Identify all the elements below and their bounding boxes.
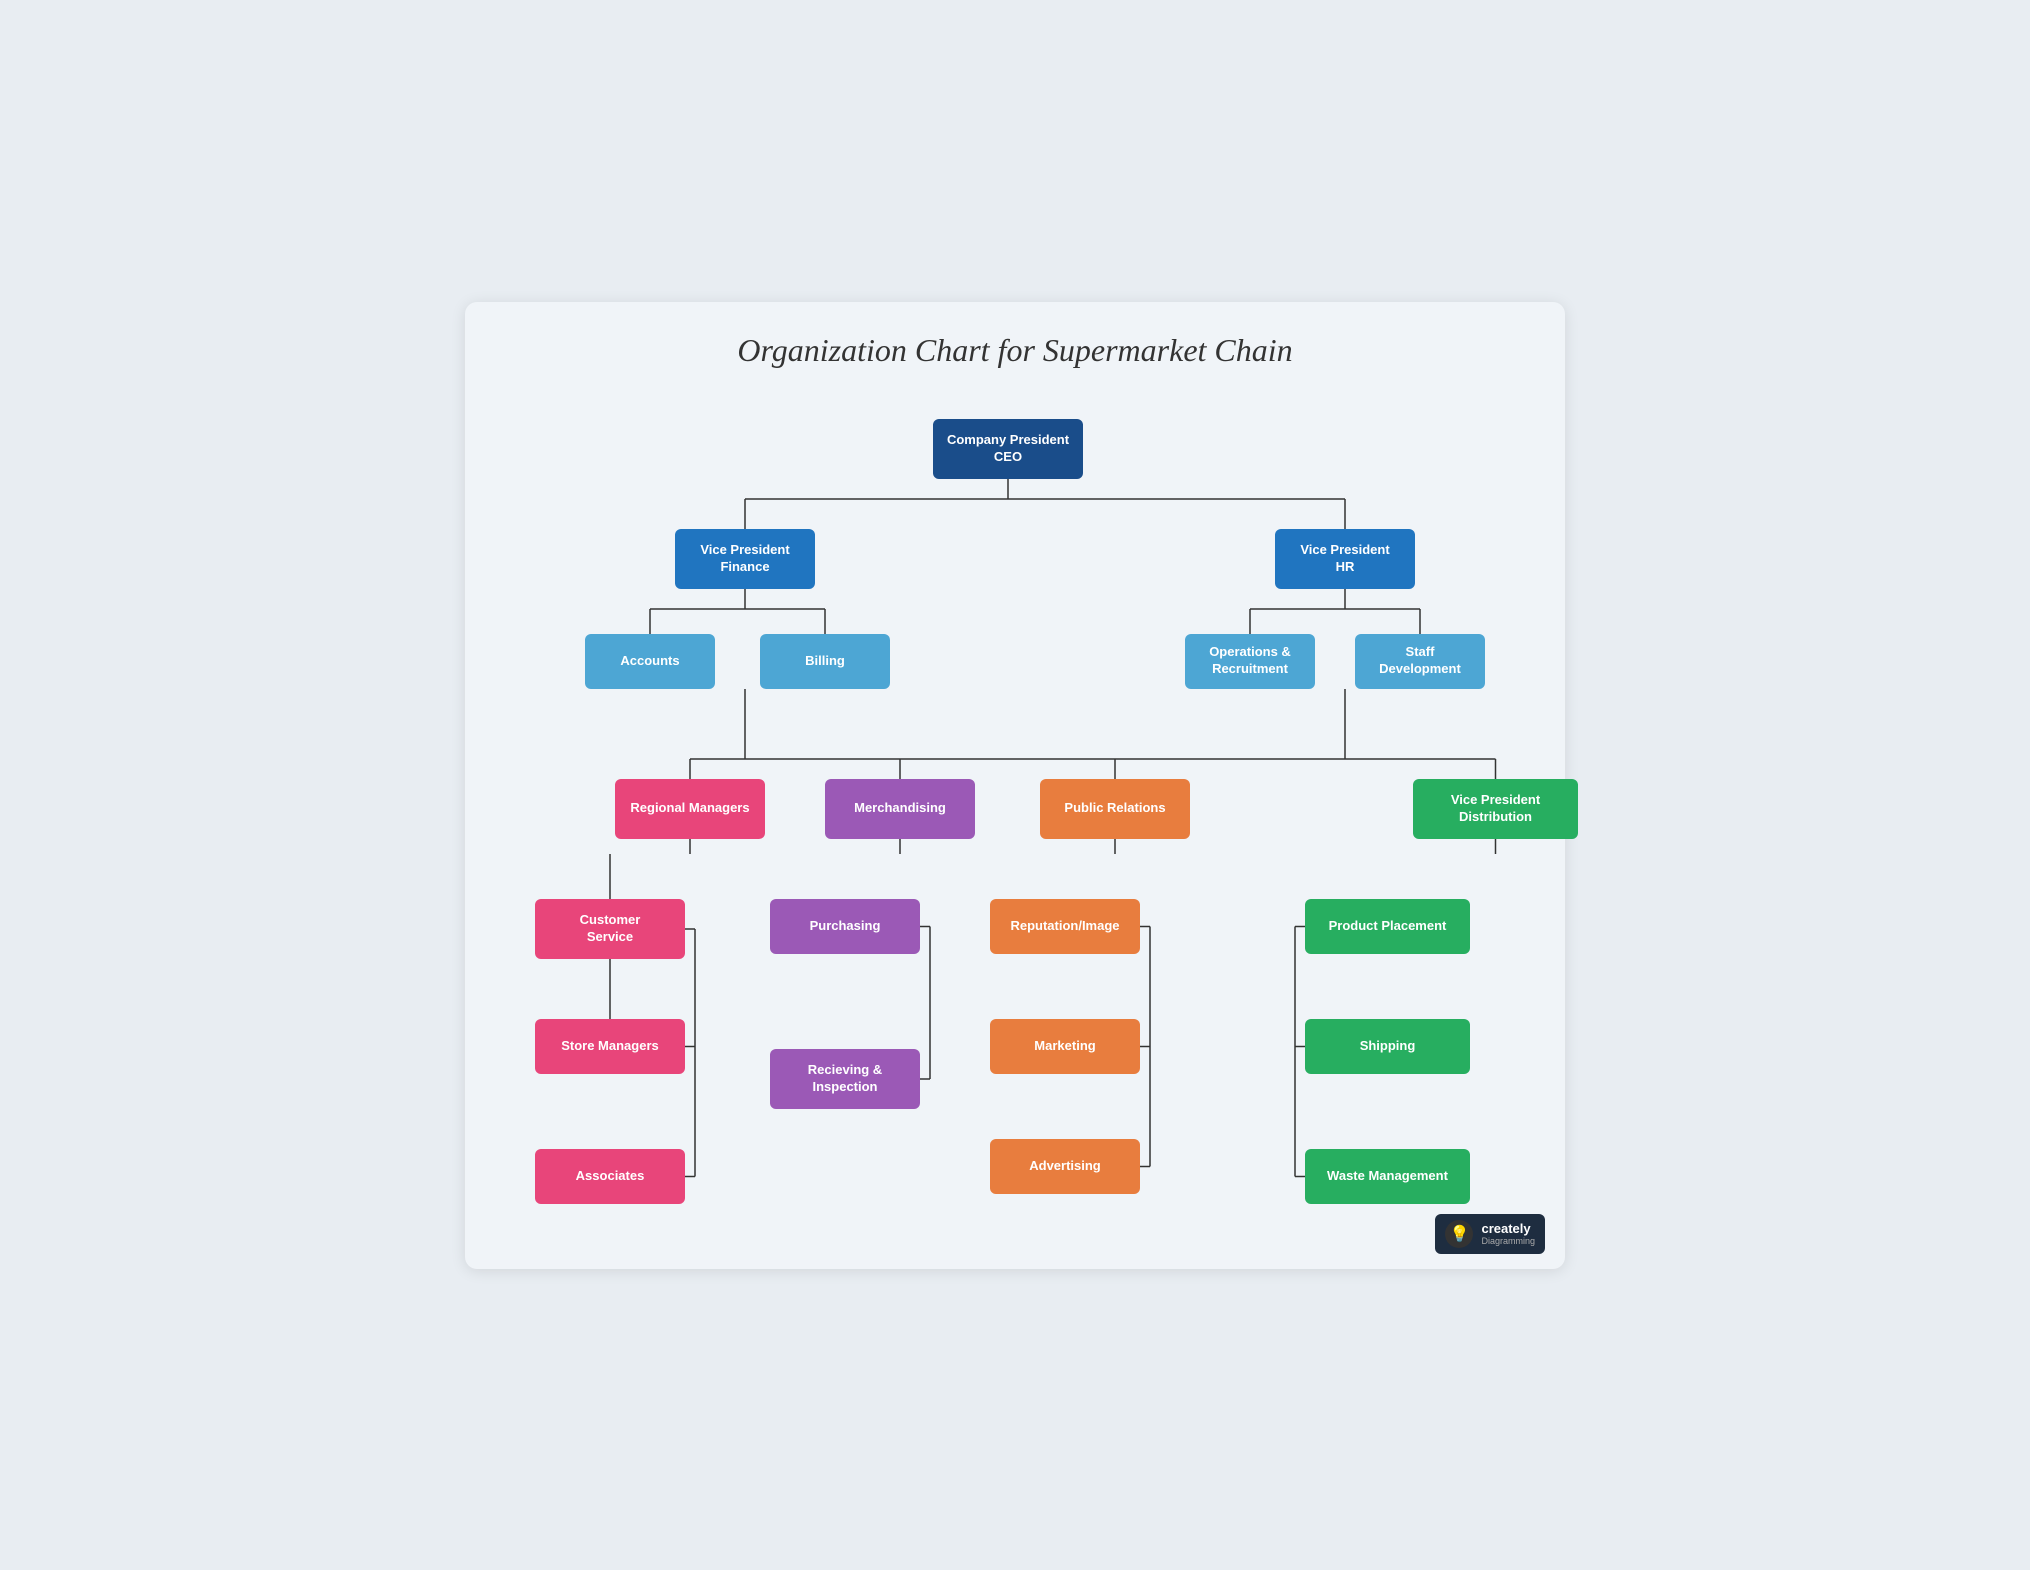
creately-bulb-icon: 💡 [1445, 1220, 1473, 1248]
chart-title: Organization Chart for Supermarket Chain [505, 332, 1525, 369]
node-merchandising: Merchandising [825, 779, 975, 839]
node-vp-hr: Vice President HR [1275, 529, 1415, 589]
node-waste-management: Waste Management [1305, 1149, 1470, 1204]
creately-sublabel: Diagramming [1481, 1236, 1535, 1246]
node-ops-recruitment: Operations & Recruitment [1185, 634, 1315, 689]
node-advertising: Advertising [990, 1139, 1140, 1194]
node-vp-finance: Vice President Finance [675, 529, 815, 589]
creately-label: creately [1481, 1221, 1535, 1237]
node-shipping: Shipping [1305, 1019, 1470, 1074]
node-vp-distribution: Vice President Distribution [1413, 779, 1578, 839]
node-associates: Associates [535, 1149, 685, 1204]
node-customer-service: Customer Service [535, 899, 685, 959]
node-purchasing: Purchasing [770, 899, 920, 954]
chart-container: Organization Chart for Supermarket Chain… [465, 302, 1565, 1269]
node-accounts: Accounts [585, 634, 715, 689]
node-regional-managers: Regional Managers [615, 779, 765, 839]
node-ceo: Company President CEO [933, 419, 1083, 479]
node-marketing: Marketing [990, 1019, 1140, 1074]
node-public-relations: Public Relations [1040, 779, 1190, 839]
node-store-managers: Store Managers [535, 1019, 685, 1074]
node-reputation-image: Reputation/Image [990, 899, 1140, 954]
node-billing: Billing [760, 634, 890, 689]
node-receiving-inspection: Recieving & Inspection [770, 1049, 920, 1109]
node-product-placement: Product Placement [1305, 899, 1470, 954]
creately-logo: 💡 creately Diagramming [1435, 1214, 1545, 1254]
node-staff-development: Staff Development [1355, 634, 1485, 689]
